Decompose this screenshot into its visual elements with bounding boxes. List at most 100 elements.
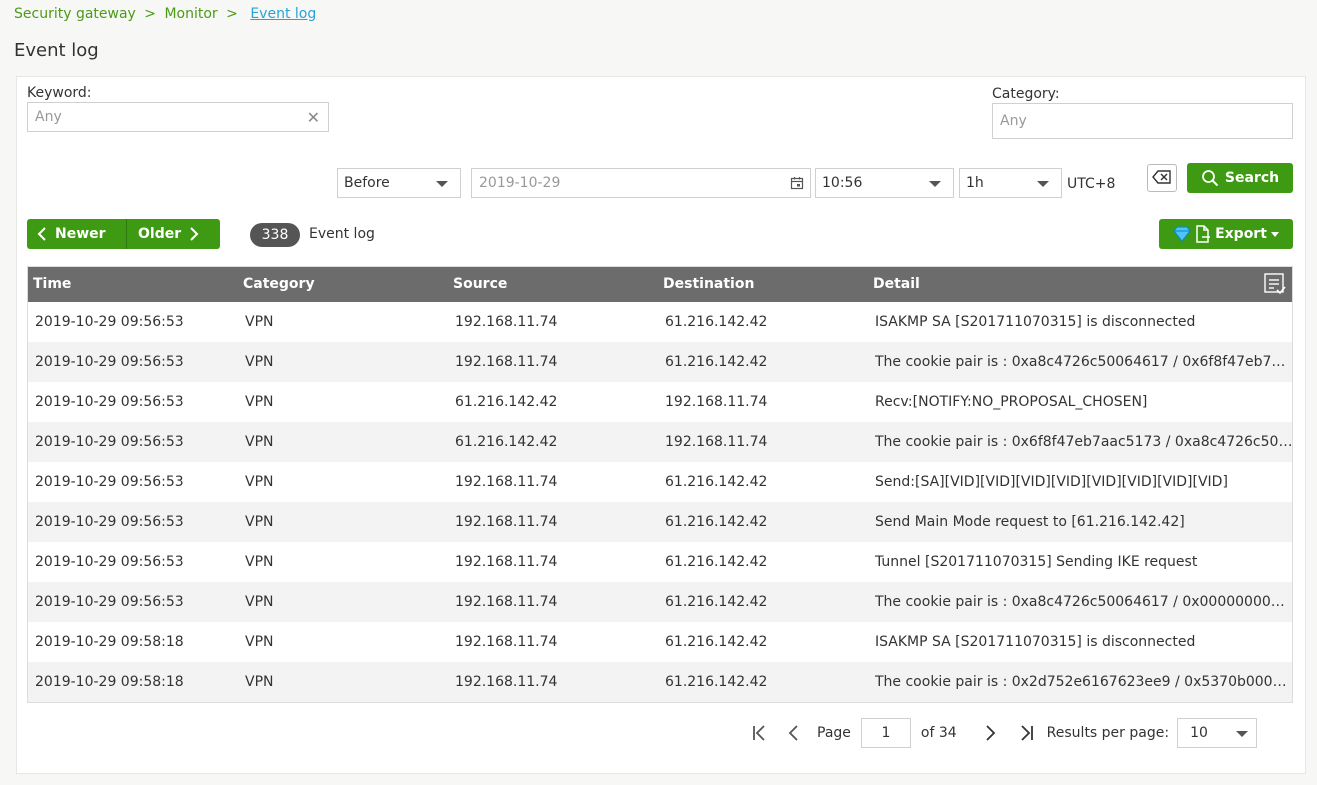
cell-source: 192.168.11.74 bbox=[447, 662, 657, 702]
cell-category: VPN bbox=[237, 542, 447, 582]
clear-icon[interactable]: ✕ bbox=[307, 108, 320, 127]
event-count-badge: 338 bbox=[250, 223, 300, 247]
cell-category: VPN bbox=[237, 462, 447, 502]
cell-source: 192.168.11.74 bbox=[447, 542, 657, 582]
cell-category: VPN bbox=[237, 622, 447, 662]
cell-destination: 61.216.142.42 bbox=[657, 302, 867, 342]
table-row[interactable]: 2019-10-29 09:58:18 VPN 192.168.11.74 61.21… bbox=[27, 622, 1293, 662]
cell-time: 2019-10-29 09:56:53 bbox=[27, 542, 237, 582]
cell-destination: 61.216.142.42 bbox=[657, 462, 867, 502]
cell-detail: ISAKMP SA [S201711070315] is disconnecte… bbox=[867, 302, 1293, 342]
cell-detail: Send Main Mode request to [61.216.142.42… bbox=[867, 502, 1293, 542]
keyword-input[interactable]: Any ✕ bbox=[27, 102, 329, 132]
table-row[interactable]: 2019-10-29 09:58:18 VPN 192.168.11.74 61.21… bbox=[27, 662, 1293, 702]
last-page-icon[interactable] bbox=[1013, 718, 1039, 748]
newer-button[interactable]: Newer bbox=[27, 219, 127, 249]
date-input[interactable]: 2019-10-29 bbox=[471, 168, 811, 198]
diamond-icon bbox=[1173, 226, 1191, 242]
cell-source: 192.168.11.74 bbox=[447, 622, 657, 662]
chevron-left-icon bbox=[37, 226, 47, 242]
table-row[interactable]: 2019-10-29 09:56:53 VPN 192.168.11.74 61.21… bbox=[27, 502, 1293, 542]
prev-page-icon[interactable] bbox=[781, 718, 807, 748]
chevron-down-icon bbox=[929, 181, 941, 187]
event-count-label: Event log bbox=[309, 226, 375, 242]
cell-time: 2019-10-29 09:56:53 bbox=[27, 422, 237, 462]
export-button[interactable]: Export bbox=[1159, 219, 1293, 249]
file-export-icon bbox=[1195, 225, 1211, 243]
cell-source: 192.168.11.74 bbox=[447, 302, 657, 342]
next-page-icon[interactable] bbox=[977, 718, 1003, 748]
cell-detail: The cookie pair is : 0xa8c4726c50064617 … bbox=[867, 342, 1293, 382]
cell-destination: 61.216.142.42 bbox=[657, 662, 867, 702]
export-label: Export bbox=[1215, 226, 1267, 242]
page-total-label: of 34 bbox=[920, 725, 957, 741]
timezone-label: UTC+8 bbox=[1067, 176, 1116, 192]
cell-detail: Send:[SA][VID][VID][VID][VID][VID][VID][… bbox=[867, 462, 1293, 502]
chevron-down-icon bbox=[1037, 181, 1049, 187]
search-button[interactable]: Search bbox=[1187, 163, 1293, 193]
pagination: Page 1 of 34 Results per page: 10 bbox=[747, 718, 1258, 748]
calendar-icon[interactable] bbox=[790, 176, 804, 194]
table-row[interactable]: 2019-10-29 09:56:53 VPN 192.168.11.74 61.21… bbox=[27, 302, 1293, 342]
column-header-detail-label[interactable]: Detail bbox=[873, 276, 920, 292]
results-per-page-select[interactable]: 10 bbox=[1177, 718, 1258, 748]
breadcrumb-current[interactable]: Event log bbox=[250, 6, 316, 22]
breadcrumb-separator: > bbox=[226, 6, 238, 22]
category-input[interactable]: Any bbox=[992, 103, 1293, 139]
range-mode-value: Before bbox=[344, 175, 390, 191]
breadcrumb-separator: > bbox=[144, 6, 157, 22]
column-header-source[interactable]: Source bbox=[447, 266, 657, 302]
newer-label: Newer bbox=[55, 226, 106, 242]
first-page-icon[interactable] bbox=[747, 718, 773, 748]
chevron-right-icon bbox=[189, 226, 199, 242]
table-row[interactable]: 2019-10-29 09:56:53 VPN 192.168.11.74 61.21… bbox=[27, 542, 1293, 582]
breadcrumb-item-monitor[interactable]: Monitor bbox=[164, 6, 217, 22]
page-title: Event log bbox=[14, 40, 99, 61]
category-placeholder: Any bbox=[1000, 113, 1027, 129]
cell-category: VPN bbox=[237, 302, 447, 342]
newer-older-group: Newer Older bbox=[27, 219, 220, 249]
chevron-down-icon bbox=[436, 181, 448, 187]
column-header-destination[interactable]: Destination bbox=[657, 266, 867, 302]
table-header-row: Time Category Source Destination Detail bbox=[27, 266, 1293, 302]
table-row[interactable]: 2019-10-29 09:56:53 VPN 61.216.142.42 192.1… bbox=[27, 422, 1293, 462]
cell-destination: 61.216.142.42 bbox=[657, 502, 867, 542]
keyword-label: Keyword: bbox=[27, 85, 92, 101]
results-per-page-value: 10 bbox=[1190, 725, 1208, 741]
cell-time: 2019-10-29 09:56:53 bbox=[27, 582, 237, 622]
cell-source: 192.168.11.74 bbox=[447, 582, 657, 622]
cell-time: 2019-10-29 09:56:53 bbox=[27, 382, 237, 422]
results-per-page-label: Results per page: bbox=[1046, 725, 1170, 741]
time-select[interactable]: 10:56 bbox=[815, 168, 954, 198]
table-row[interactable]: 2019-10-29 09:56:53 VPN 192.168.11.74 61.21… bbox=[27, 462, 1293, 502]
cell-destination: 61.216.142.42 bbox=[657, 342, 867, 382]
range-mode-select[interactable]: Before bbox=[337, 168, 461, 198]
table-row[interactable]: 2019-10-29 09:56:53 VPN 192.168.11.74 61.21… bbox=[27, 582, 1293, 622]
chevron-down-icon bbox=[1236, 731, 1249, 737]
cell-source: 192.168.11.74 bbox=[447, 502, 657, 542]
span-select[interactable]: 1h bbox=[959, 168, 1062, 198]
cell-source: 61.216.142.42 bbox=[447, 382, 657, 422]
cell-category: VPN bbox=[237, 422, 447, 462]
cell-source: 192.168.11.74 bbox=[447, 342, 657, 382]
cell-time: 2019-10-29 09:56:53 bbox=[27, 502, 237, 542]
cell-destination: 61.216.142.42 bbox=[657, 622, 867, 662]
cell-time: 2019-10-29 09:56:53 bbox=[27, 342, 237, 382]
page-number-input[interactable]: 1 bbox=[860, 718, 911, 748]
breadcrumb-item-security-gateway[interactable]: Security gateway bbox=[14, 6, 136, 22]
column-header-time[interactable]: Time bbox=[27, 266, 237, 302]
older-button[interactable]: Older bbox=[127, 219, 220, 249]
column-header-category[interactable]: Category bbox=[237, 266, 447, 302]
search-button-label: Search bbox=[1224, 170, 1280, 186]
page-label: Page bbox=[817, 725, 851, 741]
table-row[interactable]: 2019-10-29 09:56:53 VPN 61.216.142.42 192.1… bbox=[27, 382, 1293, 422]
backspace-icon bbox=[1152, 169, 1172, 188]
cell-detail: Recv:[NOTIFY:NO_PROPOSAL_CHOSEN] bbox=[867, 382, 1293, 422]
clear-filters-button[interactable] bbox=[1147, 164, 1177, 192]
column-settings-icon[interactable] bbox=[1263, 272, 1287, 300]
span-value: 1h bbox=[966, 175, 984, 191]
cell-category: VPN bbox=[237, 502, 447, 542]
cell-category: VPN bbox=[237, 382, 447, 422]
table-row[interactable]: 2019-10-29 09:56:53 VPN 192.168.11.74 61.21… bbox=[27, 342, 1293, 382]
cell-source: 61.216.142.42 bbox=[447, 422, 657, 462]
